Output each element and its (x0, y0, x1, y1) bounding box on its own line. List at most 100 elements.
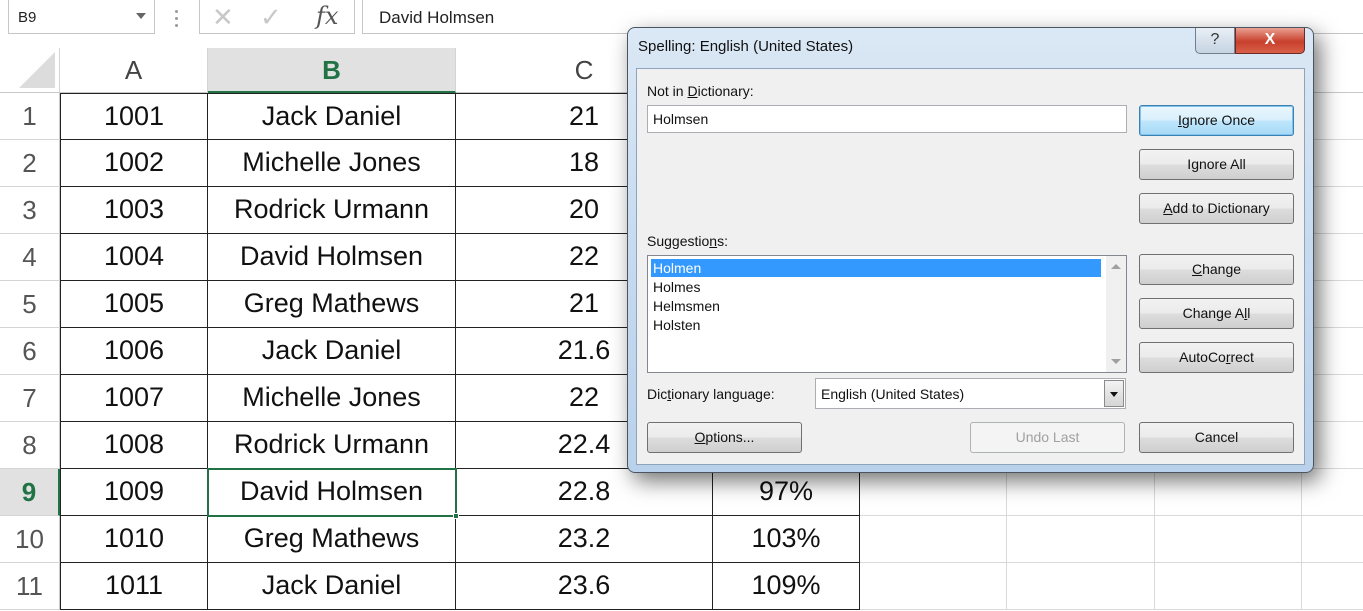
cell-c11[interactable]: 23.6 (456, 563, 713, 610)
button-text: Change A (1182, 305, 1245, 321)
cell-c10[interactable]: 23.2 (456, 516, 713, 563)
cell-a9[interactable]: 1009 (60, 469, 208, 516)
cell-b10[interactable]: Greg Mathews (208, 516, 456, 563)
cell-b4[interactable]: David Holmsen (208, 234, 456, 281)
cell-b11[interactable]: Jack Daniel (208, 563, 456, 610)
cell-b6[interactable]: Jack Daniel (208, 328, 456, 375)
suggestion-item[interactable]: Holmes (651, 278, 1101, 296)
dropdown-button[interactable] (1104, 380, 1124, 407)
cell-a11[interactable]: 1011 (60, 563, 208, 610)
cell-a8[interactable]: 1008 (60, 422, 208, 469)
cell-d9[interactable]: 97% (713, 469, 860, 516)
row-header-9[interactable]: 9 (0, 469, 60, 516)
suggestion-item[interactable]: Holmen (651, 259, 1101, 277)
row-header-6[interactable]: 6 (0, 328, 60, 375)
cell-h10[interactable] (1302, 516, 1363, 563)
cell-b1[interactable]: Jack Daniel (208, 93, 456, 140)
button-accesskey: g (1191, 156, 1199, 172)
not-in-dictionary-value: Holmsen (653, 111, 709, 127)
cell-g9[interactable] (1155, 469, 1302, 516)
row-header-4[interactable]: 4 (0, 234, 60, 281)
cell-a5[interactable]: 1005 (60, 281, 208, 328)
cell-f11[interactable] (1007, 563, 1155, 610)
insert-function-icon[interactable]: fx (316, 2, 338, 30)
suggestions-list[interactable]: Holmen Holmes Helmsmen Holsten (647, 255, 1127, 373)
cell-e10[interactable] (860, 516, 1007, 563)
check-icon[interactable]: ✓ (260, 4, 282, 30)
chevron-down-icon[interactable] (136, 13, 146, 19)
label-text: ionary language: (671, 386, 775, 402)
cell-a6[interactable]: 1006 (60, 328, 208, 375)
cell-f9[interactable] (1007, 469, 1155, 516)
cell-d10[interactable]: 103% (713, 516, 860, 563)
dictionary-language-select[interactable]: English (United States) (815, 378, 1126, 409)
scroll-down-icon[interactable] (1111, 359, 1121, 364)
label-text: Dic (647, 386, 668, 402)
name-box[interactable]: B9 (8, 0, 155, 34)
help-button[interactable]: ? (1195, 28, 1235, 54)
row-header-7[interactable]: 7 (0, 375, 60, 422)
button-accesskey: O (694, 429, 706, 445)
cell-g10[interactable] (1155, 516, 1302, 563)
not-in-dictionary-label: Not in Dictionary: (647, 83, 754, 99)
cell-a2[interactable]: 1002 (60, 140, 208, 187)
dictionary-language-value: English (United States) (821, 386, 965, 402)
cell-e9[interactable] (860, 469, 1007, 516)
cancel-icon[interactable]: ✕ (212, 4, 234, 30)
cell-c9[interactable]: 22.8 (456, 469, 713, 516)
dialog-title: Spelling: English (United States) (638, 38, 854, 55)
cell-e11[interactable] (860, 563, 1007, 610)
cell-a3[interactable]: 1003 (60, 187, 208, 234)
column-header-a[interactable]: A (60, 48, 208, 93)
add-to-dictionary-button[interactable]: Add to Dictionary (1139, 193, 1294, 224)
ignore-all-button[interactable]: Ignore All (1139, 149, 1294, 180)
row-header-1[interactable]: 1 (0, 93, 60, 140)
cell-d11[interactable]: 109% (713, 563, 860, 610)
column-header-b[interactable]: B (208, 48, 456, 93)
suggestion-item[interactable]: Helmsmen (651, 297, 1101, 315)
autocorrect-button[interactable]: AutoCorrect (1139, 342, 1294, 373)
label-text: s: (717, 233, 728, 249)
cell-a1[interactable]: 1001 (60, 93, 208, 140)
cell-g11[interactable] (1155, 563, 1302, 610)
cell-b9[interactable]: David Holmsen (208, 469, 456, 516)
button-text: rect (1230, 349, 1254, 365)
not-in-dictionary-field[interactable]: Holmsen (647, 105, 1127, 133)
ignore-once-button[interactable]: Ignore Once (1139, 105, 1294, 136)
scroll-up-icon[interactable] (1111, 264, 1121, 269)
button-text: Cancel (1194, 429, 1239, 445)
cell-b2[interactable]: Michelle Jones (208, 140, 456, 187)
row-header-11[interactable]: 11 (0, 563, 60, 610)
suggestions-scrollbar[interactable] (1106, 256, 1126, 372)
formula-value: David Holmsen (379, 8, 495, 27)
cell-a10[interactable]: 1010 (60, 516, 208, 563)
formula-bar-grip-icon[interactable] (172, 8, 180, 27)
row-header-3[interactable]: 3 (0, 187, 60, 234)
cell-a4[interactable]: 1004 (60, 234, 208, 281)
change-all-button[interactable]: Change All (1139, 298, 1294, 329)
select-all-triangle-icon (19, 52, 55, 88)
row-header-10[interactable]: 10 (0, 516, 60, 563)
cell-a7[interactable]: 1007 (60, 375, 208, 422)
row-header-5[interactable]: 5 (0, 281, 60, 328)
options-button[interactable]: Options... (647, 422, 802, 453)
cell-h9[interactable] (1302, 469, 1363, 516)
row-header-8[interactable]: 8 (0, 422, 60, 469)
select-all-button[interactable] (0, 48, 60, 93)
suggestion-item[interactable]: Holsten (651, 316, 1101, 334)
change-button[interactable]: Change (1139, 254, 1294, 285)
cell-b8[interactable]: Rodrick Urmann (208, 422, 456, 469)
button-text: AutoCo (1179, 349, 1226, 365)
cell-h11[interactable] (1302, 563, 1363, 610)
cell-b5[interactable]: Greg Mathews (208, 281, 456, 328)
row-header-2[interactable]: 2 (0, 140, 60, 187)
suggestions-label: Suggestions: (647, 233, 728, 249)
name-box-value: B9 (18, 9, 37, 26)
button-text: nore All (1198, 156, 1246, 172)
cell-b3[interactable]: Rodrick Urmann (208, 187, 456, 234)
undo-last-button[interactable]: Undo Last (970, 422, 1125, 453)
close-button[interactable]: X (1235, 28, 1305, 54)
cell-f10[interactable] (1007, 516, 1155, 563)
cancel-button[interactable]: Cancel (1139, 422, 1294, 453)
cell-b7[interactable]: Michelle Jones (208, 375, 456, 422)
